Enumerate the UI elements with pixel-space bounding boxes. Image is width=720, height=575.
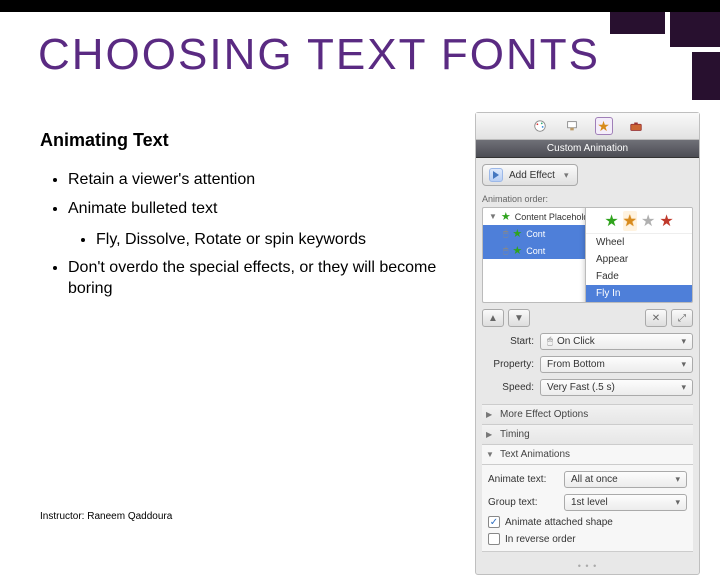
effect-popup-menu: ★ ★ ★ ★ Wheel Appear Fade Fly In Peek In… <box>585 207 693 303</box>
bullet-text: Animate bulleted text <box>68 200 217 217</box>
tree-item-label: Cont <box>526 229 545 239</box>
exit-category-icon[interactable]: ★ <box>659 211 673 231</box>
effect-category-row: ★ ★ ★ ★ <box>586 207 692 234</box>
bullet-item: Fly, Dissolve, Rotate or spin keywords <box>68 230 460 251</box>
section-label: Text Animations <box>500 449 570 460</box>
animate-text-label: Animate text: <box>488 474 558 485</box>
start-select[interactable]: 🖱 On Click ▾ <box>540 333 693 350</box>
animate-text-select[interactable]: All at once ▾ <box>564 471 687 488</box>
property-select[interactable]: From Bottom ▾ <box>540 356 693 373</box>
slide-title: CHOOSING TEXT FONTS <box>38 30 600 80</box>
start-value: On Click <box>557 336 595 347</box>
text-animations-body: Animate text: All at once ▾ Group text: … <box>482 465 693 552</box>
top-black-bar <box>0 0 720 12</box>
panel-title: Custom Animation <box>476 140 699 158</box>
expand-button[interactable]: ⤢ <box>671 309 693 327</box>
decor-block <box>670 12 720 47</box>
chevron-updown-icon: ▾ <box>681 382 686 393</box>
entrance-star-icon: ★ <box>512 227 522 240</box>
paint-icon[interactable] <box>563 117 581 135</box>
speed-label: Speed: <box>482 382 534 393</box>
disclosure-triangle-icon[interactable]: ▼ <box>489 212 497 221</box>
disclosure-triangle-icon: ▶ <box>486 430 495 439</box>
effect-option[interactable]: Fade <box>586 268 692 285</box>
bullet-item: Animate bulleted text <box>68 199 460 220</box>
chevron-updown-icon: ▾ <box>675 474 680 485</box>
group-text-select[interactable]: 1st level ▾ <box>564 494 687 511</box>
decor-block <box>610 12 665 34</box>
checkbox-label: In reverse order <box>505 534 576 545</box>
bullet-item: Retain a viewer's attention <box>68 170 460 191</box>
decor-block <box>692 52 720 100</box>
speed-value: Very Fast (.5 s) <box>547 382 615 393</box>
effect-option[interactable]: Wheel <box>586 234 692 251</box>
tree-item-label: Cont <box>526 246 545 256</box>
effect-option[interactable]: Appear <box>586 251 692 268</box>
entrance-star-icon: ★ <box>501 210 511 223</box>
bullet-text: Retain a viewer's attention <box>68 171 255 188</box>
effect-option-selected[interactable]: Fly In <box>586 285 692 302</box>
palette-icon[interactable] <box>531 117 549 135</box>
bullet-item: Don't overdo the special effects, or the… <box>68 258 460 300</box>
mouse-icon: 🖱 <box>547 336 553 347</box>
group-text-label: Group text: <box>488 497 558 508</box>
more-effect-options-section[interactable]: ▶ More Effect Options <box>482 405 693 425</box>
disclosure-triangle-icon: ▶ <box>486 410 495 419</box>
delete-button[interactable]: ✕ <box>645 309 667 327</box>
disclosure-triangle-icon: ▼ <box>486 450 495 459</box>
slide-subheading: Animating Text <box>40 130 169 151</box>
panel-resize-grip[interactable]: • • • <box>476 558 699 574</box>
bullet-text: Don't overdo the special effects, or the… <box>68 259 436 297</box>
animate-text-value: All at once <box>571 474 618 485</box>
corner-decoration <box>600 12 720 102</box>
custom-animation-panel: ★ Custom Animation Add Effect ▾ Animatio… <box>475 112 700 575</box>
footer-instructor: Instructor: Raneem Qaddoura <box>40 511 172 522</box>
reverse-order-checkbox[interactable] <box>488 533 500 545</box>
animation-order-list[interactable]: ▼ ★ Content Placeholder › 🖱 ★ Cont 🖱 ★ C… <box>482 207 693 303</box>
mouse-icon: 🖱 <box>503 228 508 239</box>
slide-body: Retain a viewer's attention Animate bull… <box>40 160 460 308</box>
add-effect-label: Add Effect <box>509 170 555 181</box>
motion-category-icon[interactable]: ★ <box>641 211 655 231</box>
start-label: Start: <box>482 336 534 347</box>
add-effect-button[interactable]: Add Effect ▾ <box>482 164 578 186</box>
chevron-down-icon: ▾ <box>564 170 569 181</box>
play-icon <box>489 168 503 182</box>
mouse-icon: 🖱 <box>503 245 508 256</box>
chevron-updown-icon: ▾ <box>675 497 680 508</box>
chevron-updown-icon: ▾ <box>681 336 686 347</box>
toolbox-icon[interactable] <box>627 117 645 135</box>
checkbox-label: Animate attached shape <box>505 517 613 528</box>
animation-order-label: Animation order: <box>482 194 693 204</box>
bullet-text: Fly, Dissolve, Rotate or spin keywords <box>96 231 366 248</box>
property-label: Property: <box>482 359 534 370</box>
effect-option[interactable]: Peek In <box>586 302 692 303</box>
chevron-updown-icon: ▾ <box>681 359 686 370</box>
section-label: More Effect Options <box>500 409 588 420</box>
speed-select[interactable]: Very Fast (.5 s) ▾ <box>540 379 693 396</box>
sub-bullet-item: Fly, Dissolve, Rotate or spin keywords <box>96 230 460 251</box>
move-up-button[interactable]: ▲ <box>482 309 504 327</box>
animation-star-icon[interactable]: ★ <box>595 117 613 135</box>
animate-attached-checkbox[interactable]: ✓ <box>488 516 500 528</box>
entrance-category-icon[interactable]: ★ <box>604 211 618 231</box>
section-label: Timing <box>500 429 530 440</box>
emphasis-category-icon[interactable]: ★ <box>623 211 637 231</box>
property-value: From Bottom <box>547 359 605 370</box>
text-animations-section[interactable]: ▼ Text Animations <box>482 445 693 465</box>
entrance-star-icon: ★ <box>512 244 522 257</box>
timing-section[interactable]: ▶ Timing <box>482 425 693 445</box>
panel-toolbar: ★ <box>476 113 699 140</box>
move-down-button[interactable]: ▼ <box>508 309 530 327</box>
group-text-value: 1st level <box>571 497 608 508</box>
